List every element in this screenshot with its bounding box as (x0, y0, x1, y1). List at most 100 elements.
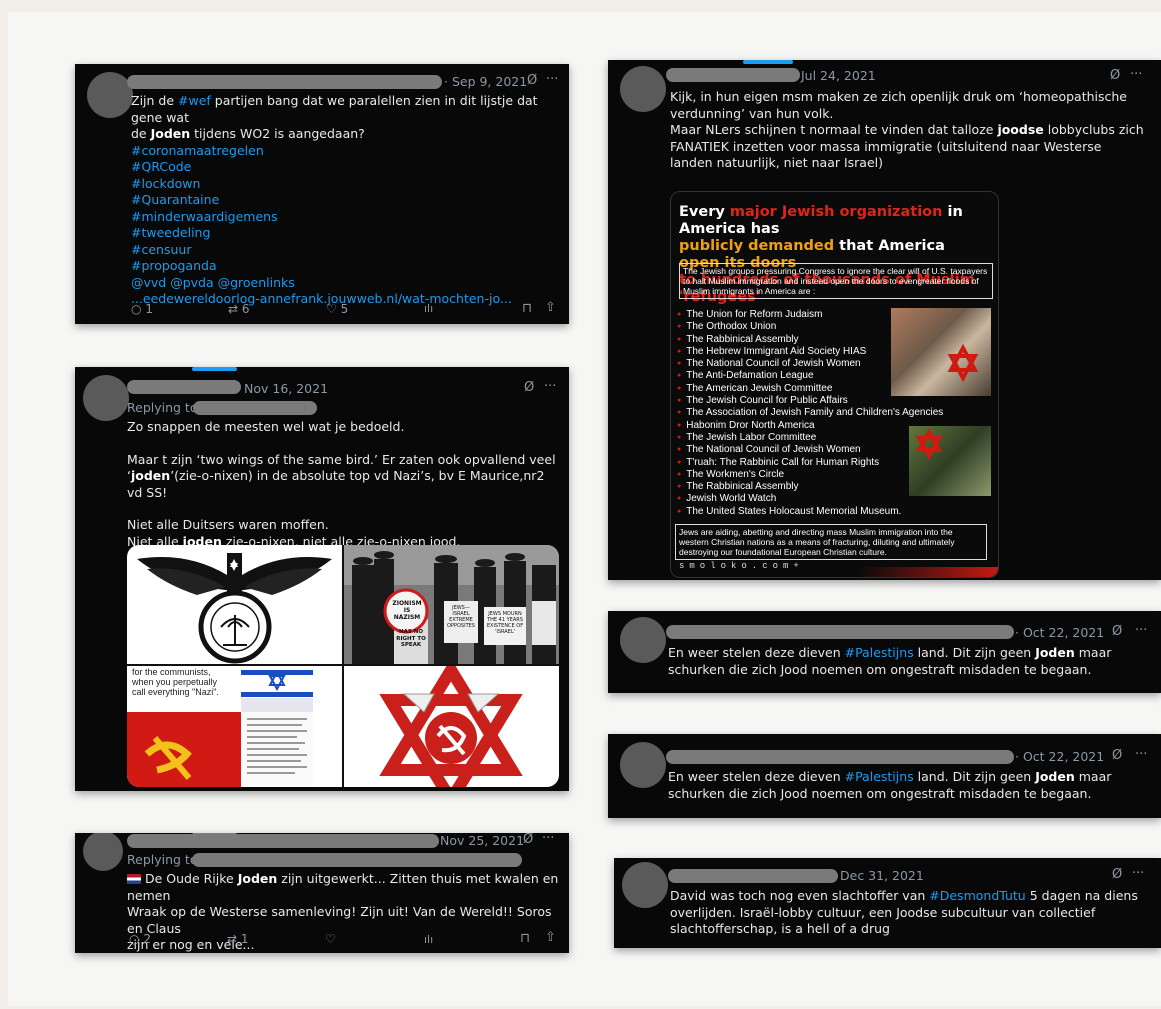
image-protest-photo[interactable]: ZIONISM IS NAZISM JEWS—ISRAEL EXTREME OP… (344, 545, 559, 664)
tweet-date: Nov 25, 2021 (440, 833, 525, 848)
like-button[interactable]: ♡ (325, 932, 336, 946)
redacted-reply-target[interactable] (193, 401, 317, 415)
grok-icon[interactable]: Ø (1112, 867, 1122, 882)
text: En weer stelen deze dieven (668, 769, 845, 784)
thread-indicator (743, 60, 793, 64)
redacted-username (666, 68, 800, 82)
views-button[interactable]: ılı (424, 302, 433, 315)
grok-icon[interactable]: Ø (1110, 68, 1120, 83)
more-icon[interactable]: ··· (1135, 623, 1147, 638)
text: zijn er nog en vele... (127, 937, 255, 952)
replying-to-label: Replying to (127, 852, 198, 867)
views-icon: ılı (424, 933, 434, 946)
bold-word: joodse (997, 122, 1044, 137)
hashtag-link[interactable]: #minderwaardigemens (131, 209, 561, 226)
hashtag-link[interactable]: #Palestijns (845, 769, 914, 784)
avatar (620, 617, 666, 663)
bold-word: joden (130, 468, 171, 483)
sign-zionism: ZIONISM IS NAZISM (392, 600, 422, 621)
poster-red-swoosh (858, 567, 998, 577)
retweet-icon: ⇄ (227, 932, 238, 946)
tweet-card-4: Jul 24, 2021 Ø ··· Kijk, in hun eigen ms… (608, 60, 1161, 580)
hashtag-link[interactable]: #DesmondTutu (929, 888, 1025, 903)
retweet-button[interactable]: ⇄ 6 (228, 302, 250, 316)
star-icon (947, 343, 979, 383)
mention-links[interactable]: @vvd @pvda @groenlinks (131, 275, 561, 292)
reply-button[interactable]: ○ 2 (129, 932, 151, 946)
tweet-text: Zo snappen de meesten wel wat je bedoeld… (127, 419, 561, 550)
bold-word: Joden (237, 871, 278, 886)
poster-image[interactable]: Every major Jewish organization in Ameri… (670, 191, 999, 578)
hashtag-link[interactable]: #Quarantaine (131, 192, 561, 209)
image-flags-meme[interactable]: for the communists, when you perpetually… (127, 666, 342, 787)
tweet-card-1: · Sep 9, 2021 Ø ··· Zijn de #wef partije… (75, 64, 569, 324)
hashtag-link[interactable]: #lockdown (131, 176, 561, 193)
text: Every (679, 204, 730, 220)
bookmark-button[interactable]: ⊓ (520, 931, 530, 946)
reply-count: 2 (143, 932, 151, 946)
text: Niet alle Duitsers waren moffen. (127, 517, 329, 532)
text: landen natuurlijk, niet naar Israel) (670, 155, 884, 170)
more-icon[interactable]: ··· (1135, 747, 1147, 762)
like-count: 5 (340, 302, 349, 316)
text: overlijden. Israël-lobby cultuur, een Jo… (670, 904, 1096, 920)
more-icon[interactable]: ··· (544, 379, 556, 394)
more-icon[interactable]: ··· (542, 833, 554, 846)
retweet-button[interactable]: ⇄ 1 (227, 932, 249, 946)
text: that America (834, 238, 945, 254)
replying-to-label: Replying to (127, 400, 198, 415)
views-icon: ılı (424, 302, 434, 315)
hashtag-link[interactable]: #QRCode (131, 159, 561, 176)
text: ’(zie-o-nixen) in de absolute top vd Naz… (127, 468, 545, 500)
image-eagle-emblem[interactable] (127, 545, 342, 664)
text: maar (1074, 769, 1112, 784)
org-item: The Jewish Council for Public Affairs (677, 395, 977, 407)
text: 5 dagen na diens (1025, 888, 1138, 903)
tweet-date: · Sep 9, 2021 (444, 74, 528, 89)
like-button[interactable]: ♡ 5 (326, 302, 348, 316)
redacted-reply-target[interactable] (192, 853, 522, 867)
thread-indicator (192, 367, 237, 371)
views-button[interactable]: ılı (424, 933, 433, 946)
text: de (131, 126, 151, 141)
share-button[interactable]: ⇧ (545, 930, 556, 945)
more-icon[interactable]: ··· (1130, 67, 1142, 82)
avatar (620, 66, 666, 112)
hashtag-link[interactable]: #Palestijns (845, 645, 914, 660)
netherlands-flag-icon (127, 874, 141, 884)
text: FANATIEK inzetten voor massa immigratie … (670, 138, 1102, 154)
hashtag-link[interactable]: #censuur (131, 242, 561, 259)
text: land. Dit zijn geen (913, 645, 1036, 660)
text: Wraak op de Westerse samenleving! Zijn u… (127, 904, 552, 936)
hashtag-link[interactable]: #wef (178, 93, 211, 108)
reply-button[interactable]: ○ 1 (131, 302, 153, 316)
media-grid[interactable]: ZIONISM IS NAZISM JEWS—ISRAEL EXTREME OP… (127, 545, 559, 787)
reply-icon: ○ (131, 302, 142, 316)
org-item: The Association of Jewish Family and Chi… (677, 407, 977, 419)
tweet-card-7: Dec 31, 2021 Ø ··· David was toch nog ev… (614, 858, 1161, 948)
more-icon[interactable]: ··· (1132, 866, 1144, 881)
tweet-text: De Oude Rijke Joden zijn uitgewerkt... Z… (127, 871, 563, 953)
redacted-username (127, 380, 241, 394)
hashtag-link[interactable]: #propoganda (131, 258, 561, 275)
redacted-username (666, 750, 1014, 764)
share-button[interactable]: ⇧ (545, 300, 556, 315)
bold-word: Joden (150, 126, 191, 141)
hashtag-link[interactable]: #coronamaatregelen (131, 143, 561, 160)
grok-icon[interactable]: Ø (1112, 748, 1122, 763)
bookmark-button[interactable]: ⊓ (522, 301, 532, 316)
grok-icon[interactable]: Ø (1112, 624, 1122, 639)
hashtag-link[interactable]: #tweedeling (131, 225, 561, 242)
grok-icon[interactable]: Ø (524, 380, 534, 395)
text: Zo snappen de meesten wel wat je bedoeld… (127, 419, 405, 434)
tweet-date: · Oct 22, 2021 (1015, 625, 1105, 640)
retweet-icon: ⇄ (228, 302, 239, 316)
poster-outro: Jews are aiding, abetting and directing … (675, 524, 987, 560)
image-star-hammer-sickle[interactable] (344, 658, 559, 787)
grok-icon[interactable]: Ø (523, 833, 533, 847)
grok-icon[interactable]: Ø (527, 73, 537, 88)
share-icon: ⇧ (545, 930, 556, 945)
sign-jews-mourn: JEWS MOURN THE 41 YEARS EXISTENCE OF 'IS… (486, 611, 524, 635)
more-icon[interactable]: ··· (546, 72, 558, 87)
text: verdunning’ van hun volk. (670, 105, 834, 121)
